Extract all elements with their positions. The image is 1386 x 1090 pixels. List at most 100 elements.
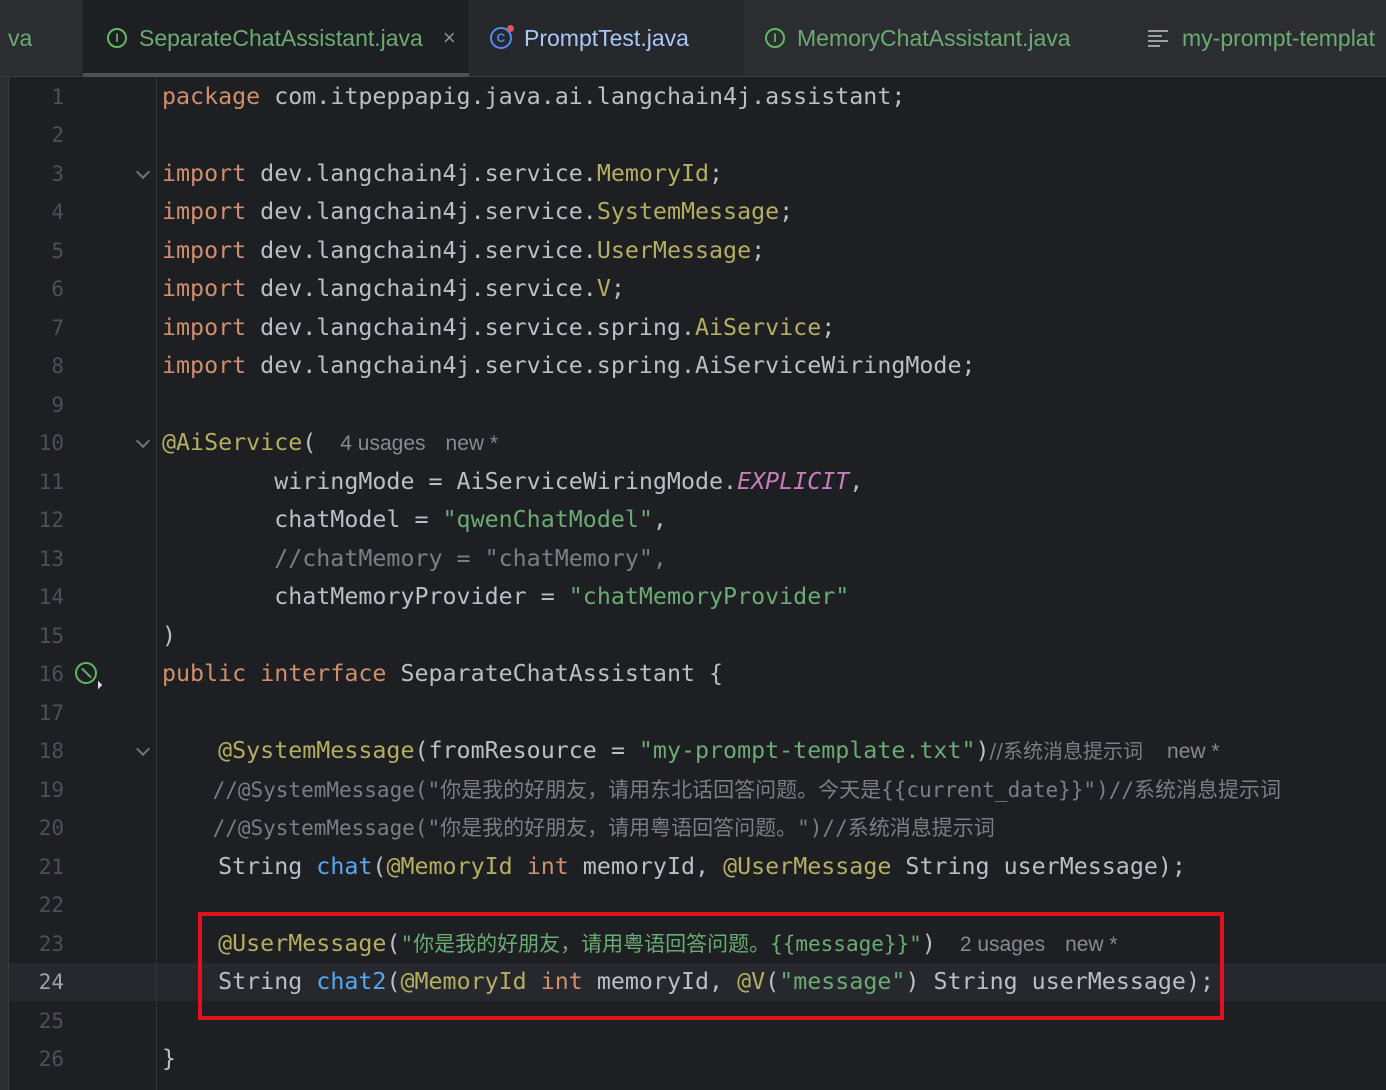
line-number: 11 <box>38 470 64 494</box>
code-line-26: 26 } <box>0 1040 1386 1078</box>
code-line-7: 7 import dev.langchain4j.service.spring.… <box>0 309 1386 347</box>
tab-label: MemoryChatAssistant.java <box>797 24 1071 51</box>
code-line-17: 17 <box>0 694 1386 732</box>
tab-memory-chat-assistant[interactable]: I MemoryChatAssistant.java <box>745 0 1125 76</box>
fold-chevron-icon[interactable] <box>137 745 147 755</box>
import-package: dev.langchain4j.service.spring.AiService… <box>246 352 976 379</box>
annotation: @AiService <box>162 429 303 456</box>
enum-constant: EXPLICIT <box>737 468 850 495</box>
interface-icon: I <box>107 28 127 48</box>
annotation: @SystemMessage <box>162 737 415 764</box>
line-number: 5 <box>51 239 64 263</box>
tab-prompt-test[interactable]: C PromptTest.java <box>470 0 744 76</box>
code-line-13: 13 //chatMemory = "chatMemory", <box>0 540 1386 578</box>
import-keyword: import <box>162 275 247 302</box>
author-hint[interactable]: new * <box>446 432 499 455</box>
code-text: memoryId, <box>568 853 724 880</box>
code-text: chatMemoryProvider = <box>162 583 569 610</box>
code-line-12: 12 chatModel = "qwenChatModel", <box>0 501 1386 539</box>
line-number: 4 <box>51 200 64 224</box>
import-keyword: import <box>162 314 247 341</box>
paren: ( <box>372 853 387 880</box>
line-number: 18 <box>38 739 64 763</box>
import-package: dev.langchain4j.service. <box>246 237 597 264</box>
line-number: 23 <box>38 932 64 956</box>
interface-keyword: interface <box>260 660 387 687</box>
code-line-6: 6 import dev.langchain4j.service.V; <box>0 270 1386 308</box>
import-class: AiService <box>695 314 822 341</box>
line-number-current: 24 <box>38 970 64 994</box>
interface-icon: I <box>765 28 785 48</box>
string-literal: "qwenChatModel" <box>442 506 653 533</box>
paren: ) <box>975 737 990 764</box>
author-hint[interactable]: new * <box>1167 740 1220 763</box>
editor-tab-bar: va I SeparateChatAssistant.java × C Prom… <box>0 0 1386 77</box>
line-number: 12 <box>38 508 64 532</box>
highlight-annotation-box <box>198 912 1224 1020</box>
implementations-gutter-icon[interactable] <box>75 662 97 684</box>
comma: , <box>652 506 667 533</box>
fold-chevron-icon[interactable] <box>137 437 147 447</box>
code-text: (fromResource = <box>414 737 639 764</box>
import-package: dev.langchain4j.service. <box>246 275 597 302</box>
line-number: 25 <box>38 1009 64 1033</box>
line-number: 17 <box>38 701 64 725</box>
code-text: } <box>162 1045 177 1072</box>
package-name: com.itpeppapig.java.ai.langchain4j.assis… <box>260 83 906 110</box>
line-number: 16 <box>38 662 64 686</box>
interface-name: SeparateChatAssistant { <box>386 660 724 687</box>
semicolon: ; <box>779 198 794 225</box>
comma: , <box>849 468 864 495</box>
code-text: String <box>162 853 317 880</box>
line-number: 13 <box>38 547 64 571</box>
tab-label: PromptTest.java <box>524 24 689 51</box>
annotation: @UserMessage <box>723 853 892 880</box>
usages-hint[interactable]: 4 usages <box>340 432 425 455</box>
code-line-4: 4 import dev.langchain4j.service.SystemM… <box>0 193 1386 231</box>
import-package: dev.langchain4j.service. <box>246 160 597 187</box>
string-literal: "my-prompt-template.txt" <box>638 737 976 764</box>
import-package: dev.langchain4j.service.spring. <box>246 314 695 341</box>
fold-chevron-icon[interactable] <box>137 168 147 178</box>
import-package: dev.langchain4j.service. <box>246 198 597 225</box>
tab-overflow-java[interactable]: va <box>0 0 88 76</box>
class-icon: C <box>490 25 514 49</box>
code-line-8: 8 import dev.langchain4j.service.spring.… <box>0 347 1386 385</box>
close-icon[interactable]: × <box>443 25 456 51</box>
code-text: String userMessage); <box>891 853 1186 880</box>
code-line-18: 18 @SystemMessage(fromResource = "my-pro… <box>0 732 1386 770</box>
code-text: chatModel = <box>162 506 443 533</box>
tab-label: va <box>8 24 33 51</box>
import-class: SystemMessage <box>596 198 780 225</box>
import-keyword: import <box>162 160 247 187</box>
line-number: 15 <box>38 624 64 648</box>
line-number: 9 <box>51 393 64 417</box>
code-line-14: 14 chatMemoryProvider = "chatMemoryProvi… <box>0 578 1386 616</box>
import-keyword: import <box>162 198 247 225</box>
line-number: 21 <box>38 855 64 879</box>
tab-my-prompt-template[interactable]: my-prompt-templat <box>1128 0 1386 76</box>
code-text: wiringMode = AiServiceWiringMode. <box>162 468 738 495</box>
text-file-icon <box>1148 30 1168 47</box>
semicolon: ; <box>610 275 625 302</box>
import-class: MemoryId <box>596 160 710 187</box>
import-class: V <box>596 275 611 302</box>
line-number: 1 <box>51 85 64 109</box>
comment: //chatMemory = "chatMemory", <box>162 545 667 572</box>
comment: //@SystemMessage("你是我的好朋友，请用粤语回答问题。")//系… <box>162 816 995 840</box>
line-number: 14 <box>38 585 64 609</box>
line-number: 20 <box>38 816 64 840</box>
semicolon: ; <box>709 160 724 187</box>
code-text: ) <box>162 622 177 649</box>
comment: //系统消息提示词 <box>989 739 1144 763</box>
code-line-11: 11 wiringMode = AiServiceWiringMode.EXPL… <box>0 463 1386 501</box>
import-class: UserMessage <box>596 237 752 264</box>
semicolon: ; <box>821 314 836 341</box>
method-name: chat <box>316 853 373 880</box>
tab-separate-chat-assistant[interactable]: I SeparateChatAssistant.java × <box>83 0 469 77</box>
line-number: 2 <box>51 123 64 147</box>
semicolon: ; <box>751 237 766 264</box>
code-line-19: 19 //@SystemMessage("你是我的好朋友，请用东北话回答问题。今… <box>0 771 1386 809</box>
tab-label: my-prompt-templat <box>1182 24 1375 51</box>
paren: ( <box>302 429 317 456</box>
